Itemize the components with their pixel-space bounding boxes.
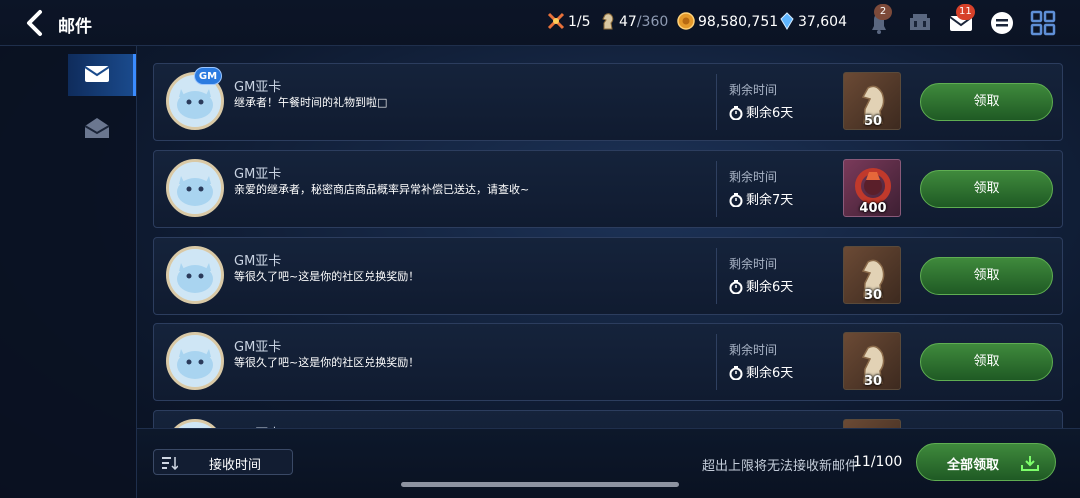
chat-bubble-icon xyxy=(991,12,1013,34)
reward-quantity: 30 xyxy=(863,374,883,389)
remaining-time-value: 剩余7天 xyxy=(746,193,794,208)
sidebar-item-inbox[interactable] xyxy=(68,54,136,96)
mail-message: 亲爱的继承者，秘密商店商品概率异常补偿已送达，请查收~ xyxy=(234,183,530,196)
chess-knight-icon xyxy=(600,12,616,34)
remaining-time: 剩余6天 xyxy=(729,102,793,121)
remaining-time-label: 剩余时间 xyxy=(729,257,778,271)
mail-button[interactable]: 11 xyxy=(946,4,976,38)
stopwatch-icon xyxy=(729,280,743,295)
gold-counter: 98,580,751 xyxy=(677,12,778,34)
divider xyxy=(716,334,717,390)
mail-count: 11/100 xyxy=(853,454,903,470)
remaining-time-label: 剩余时间 xyxy=(729,343,778,357)
mail-limit-note: 超出上限将无法接收新邮件 xyxy=(702,459,859,474)
chat-button[interactable] xyxy=(987,8,1017,38)
guild-hall-icon xyxy=(910,14,930,30)
divider xyxy=(716,161,717,217)
download-icon xyxy=(1021,456,1039,471)
claim-button[interactable]: 领取 xyxy=(920,257,1053,295)
divider xyxy=(716,248,717,304)
reward-item[interactable]: 50 xyxy=(843,72,901,130)
claim-all-label: 全部领取 xyxy=(947,458,1000,473)
mail-message: 继承者！午餐时间的礼物到啦□ xyxy=(234,96,388,109)
guild-button[interactable] xyxy=(905,8,935,38)
stopwatch-icon xyxy=(729,366,743,381)
top-bar: 邮件 1/5 47/360 98,580,751 37,604 2 11 xyxy=(0,0,1080,46)
mail-sender: GM亚卡 xyxy=(234,340,282,355)
stopwatch-icon xyxy=(729,106,743,121)
dragon-mascot-icon xyxy=(169,249,221,301)
mail-row[interactable]: GM亚卡 亲爱的继承者，秘密商店商品概率异常补偿已送达，请查收~ 剩余时间 剩余… xyxy=(153,150,1063,228)
open-envelope-icon xyxy=(84,118,110,138)
gm-badge: GM xyxy=(194,67,222,85)
mail-sender: GM亚卡 xyxy=(234,167,282,182)
avatar xyxy=(166,246,224,304)
claim-button[interactable]: 领取 xyxy=(920,170,1053,208)
sort-button[interactable]: 接收时间 xyxy=(153,449,293,475)
crossed-swords-icon xyxy=(547,12,565,34)
gold-value: 98,580,751 xyxy=(698,14,779,30)
remaining-time: 剩余7天 xyxy=(729,189,793,208)
envelope-icon xyxy=(84,66,110,82)
claim-button[interactable]: 领取 xyxy=(920,343,1053,381)
remaining-time-label: 剩余时间 xyxy=(729,170,778,184)
remaining-time-value: 剩余6天 xyxy=(746,106,794,121)
mail-message: 等很久了吧~这是你的社区兑换奖励！ xyxy=(234,270,420,283)
reward-quantity: 30 xyxy=(863,288,883,303)
reward-item[interactable]: 400 xyxy=(843,159,901,217)
dragon-mascot-icon xyxy=(169,335,221,387)
page-title: 邮件 xyxy=(58,17,92,37)
mail-sender: GM亚卡 xyxy=(234,80,282,95)
avatar xyxy=(166,332,224,390)
mail-row[interactable]: GM GM亚卡 继承者！午餐时间的礼物到啦□ 剩余时间 剩余6天 50 领取 xyxy=(153,63,1063,141)
mail-message: 等很久了吧~这是你的社区兑换奖励！ xyxy=(234,356,420,369)
remaining-time-value: 剩余6天 xyxy=(746,280,794,295)
avatar xyxy=(166,159,224,217)
mail-row[interactable]: GM亚卡 等很久了吧~这是你的社区兑换奖励！ 剩余时间 剩余6天 30 领取 xyxy=(153,323,1063,401)
stopwatch-icon xyxy=(729,193,743,208)
mail-badge: 11 xyxy=(956,4,975,20)
divider xyxy=(716,74,717,130)
crystal-value: 37,604 xyxy=(798,14,847,30)
sort-label: 接收时间 xyxy=(209,458,262,473)
menu-grid-button[interactable] xyxy=(1028,8,1058,38)
dragon-mascot-icon xyxy=(169,162,221,214)
mail-sidebar xyxy=(0,46,137,498)
mail-row[interactable]: GM亚卡 等很久了吧~这是你的社区兑换奖励！ 剩余时间 剩余6天 30 领取 xyxy=(153,237,1063,315)
stamina-counter: 1/5 xyxy=(547,12,591,34)
mail-sender: GM亚卡 xyxy=(234,254,282,269)
claim-button[interactable]: 领取 xyxy=(920,83,1053,121)
reward-quantity: 50 xyxy=(863,114,883,129)
sort-icon xyxy=(162,457,178,470)
keys-current: 47 xyxy=(619,14,637,30)
home-indicator xyxy=(401,482,679,487)
reward-item[interactable]: 30 xyxy=(843,332,901,390)
stamina-value: 1/5 xyxy=(568,14,591,30)
keys-max: /360 xyxy=(636,14,669,30)
notice-badge: 2 xyxy=(874,4,892,20)
sidebar-item-opened[interactable] xyxy=(68,106,136,148)
crystal-icon xyxy=(779,12,795,34)
back-arrow-icon[interactable] xyxy=(20,8,50,38)
claim-all-button[interactable]: 全部领取 xyxy=(916,443,1056,481)
remaining-time-value: 剩余6天 xyxy=(746,366,794,381)
bottom-bar: 接收时间 超出上限将无法接收新邮件 11/100 全部领取 xyxy=(137,428,1080,498)
notice-bell-button[interactable]: 2 xyxy=(864,4,894,38)
gold-coin-icon xyxy=(677,12,695,34)
remaining-time: 剩余6天 xyxy=(729,276,793,295)
grid-menu-icon xyxy=(1030,10,1056,36)
key-counter: 47/360 xyxy=(600,12,668,34)
crystal-counter: 37,604 xyxy=(779,12,847,34)
reward-quantity: 400 xyxy=(859,201,887,216)
remaining-time-label: 剩余时间 xyxy=(729,83,778,97)
reward-item[interactable]: 30 xyxy=(843,246,901,304)
remaining-time: 剩余6天 xyxy=(729,362,793,381)
